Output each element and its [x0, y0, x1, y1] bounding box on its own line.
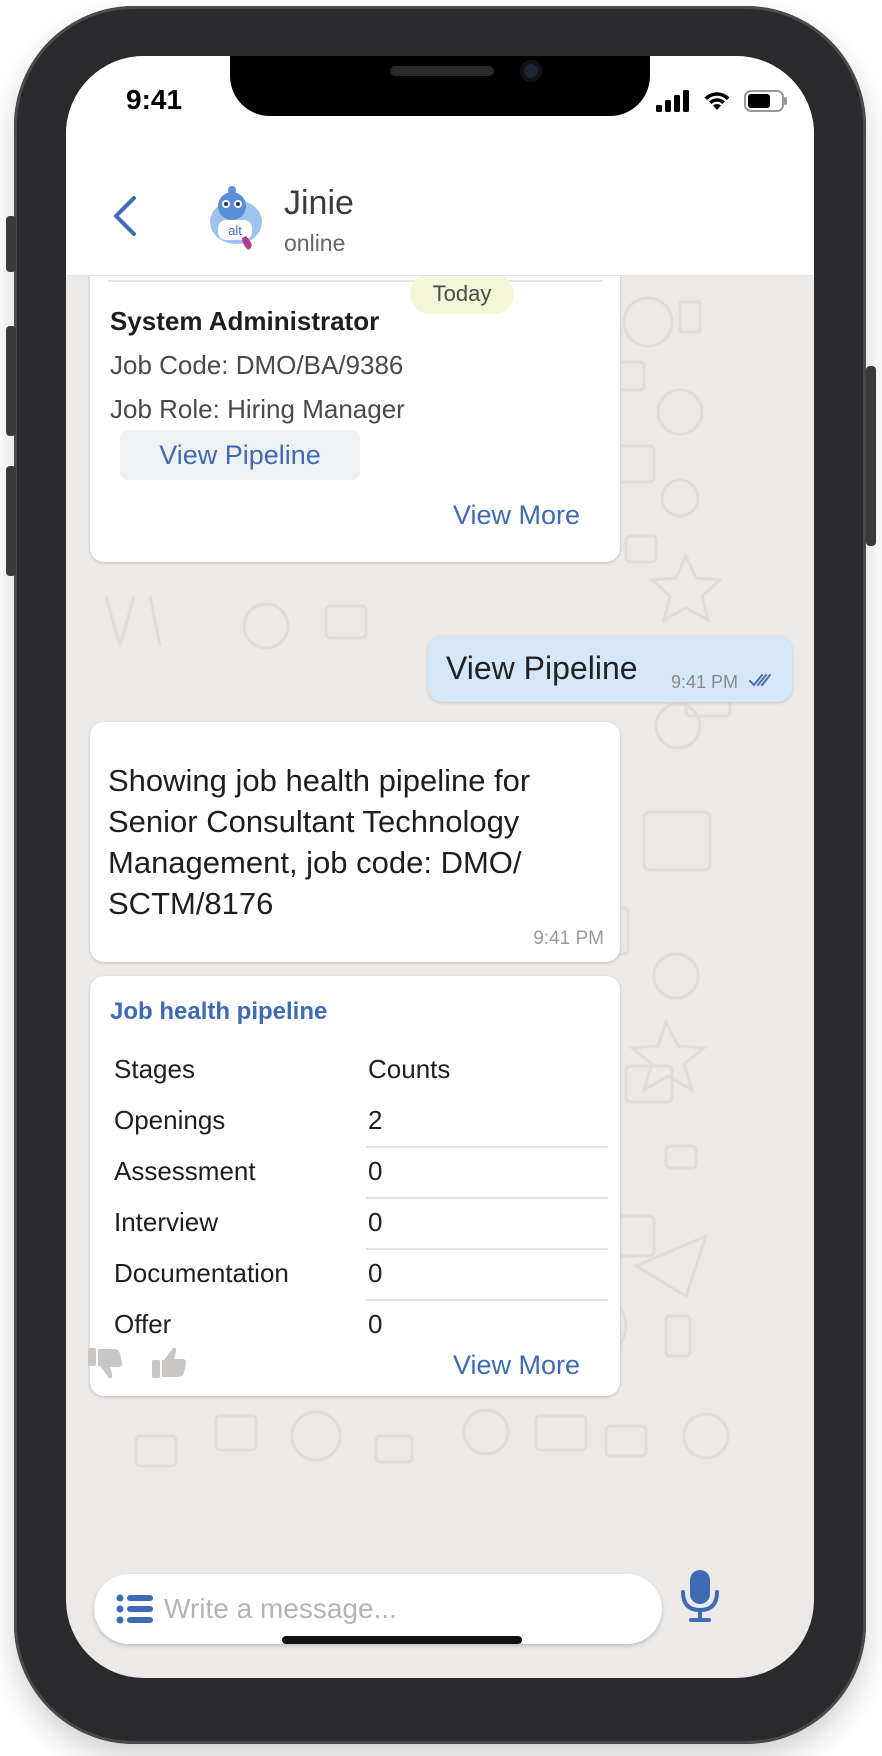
stage-count: 0: [368, 1258, 383, 1288]
contact-status: online: [284, 230, 346, 256]
chat-area[interactable]: Today System Administrator Job Code: DMO…: [66, 276, 814, 1678]
job-code: Job Code: DMO/BA/9386: [110, 350, 404, 380]
message-input[interactable]: [164, 1584, 634, 1634]
notch: [230, 56, 650, 116]
stage-name: Documentation: [114, 1258, 289, 1288]
view-more-link[interactable]: View More: [453, 500, 580, 531]
front-camera: [520, 60, 542, 82]
thumbs-up-icon[interactable]: [152, 1346, 188, 1380]
count-header: Counts: [368, 1054, 451, 1084]
stage-count: 2: [368, 1105, 383, 1135]
bot-avatar-icon[interactable]: alt: [202, 186, 266, 252]
view-more-link[interactable]: View More: [453, 1350, 580, 1381]
svg-text:alt: alt: [228, 223, 242, 238]
stage-count: 0: [368, 1156, 383, 1186]
table-row: Offer 0: [114, 1301, 608, 1352]
table-header-row: Stages Counts: [114, 1046, 608, 1097]
message-text: View Pipeline: [446, 650, 638, 686]
status-icons: [656, 90, 788, 112]
message-composer: [94, 1574, 662, 1644]
date-badge: Today: [410, 276, 514, 314]
pipeline-table: Stages Counts Openings 2 Assessment 0 In…: [114, 1046, 608, 1352]
volume-down-button: [6, 466, 16, 576]
stage-name: Offer: [114, 1309, 172, 1339]
status-time: 9:41: [126, 84, 183, 115]
phone-screen: 9:41 alt Jinie online Today System Admin…: [66, 56, 814, 1678]
menu-list-icon[interactable]: [116, 1594, 154, 1624]
job-title: System Administrator: [110, 306, 380, 336]
stage-name: Assessment: [114, 1156, 256, 1186]
pipeline-title: Job health pipeline: [110, 998, 328, 1025]
message-time: 9:41 PM: [670, 672, 738, 692]
job-card: Today System Administrator Job Code: DMO…: [90, 276, 620, 562]
double-check-icon: [749, 674, 771, 687]
contact-name: Jinie: [284, 184, 354, 222]
message-time: 9:41 PM: [533, 928, 604, 949]
pipeline-card: Job health pipeline Stages Counts Openin…: [90, 976, 620, 1396]
mute-switch: [6, 216, 16, 272]
thumbs-down-icon[interactable]: [88, 1346, 124, 1380]
stage-name: Openings: [114, 1105, 226, 1135]
chat-header: alt Jinie online: [66, 154, 814, 276]
microphone-icon[interactable]: [680, 1570, 720, 1624]
outgoing-message: View Pipeline 9:41 PM: [428, 636, 792, 702]
card-divider: [108, 280, 602, 282]
wifi-icon: [704, 92, 730, 110]
battery-icon: [744, 90, 787, 112]
stage-name: Interview: [114, 1207, 219, 1237]
table-row: Assessment 0: [114, 1148, 608, 1199]
stage-header: Stages: [114, 1054, 195, 1084]
volume-up-button: [6, 326, 16, 436]
job-role: Job Role: Hiring Manager: [110, 394, 405, 424]
back-arrow-icon[interactable]: [106, 194, 146, 238]
power-button: [866, 366, 876, 546]
message-text: Showing job health pipeline for Senior C…: [108, 763, 531, 921]
view-pipeline-button[interactable]: View Pipeline: [120, 430, 360, 480]
cellular-signal-icon: [656, 90, 689, 112]
home-indicator[interactable]: [282, 1636, 522, 1644]
speaker: [390, 66, 494, 76]
status-bar: 9:41: [66, 56, 814, 154]
table-row: Interview 0: [114, 1199, 608, 1250]
stage-count: 0: [368, 1207, 383, 1237]
table-row: Openings 2: [114, 1097, 608, 1148]
table-row: Documentation 0: [114, 1250, 608, 1301]
stage-count: 0: [368, 1309, 383, 1339]
incoming-message: Showing job health pipeline for Senior C…: [90, 722, 620, 962]
